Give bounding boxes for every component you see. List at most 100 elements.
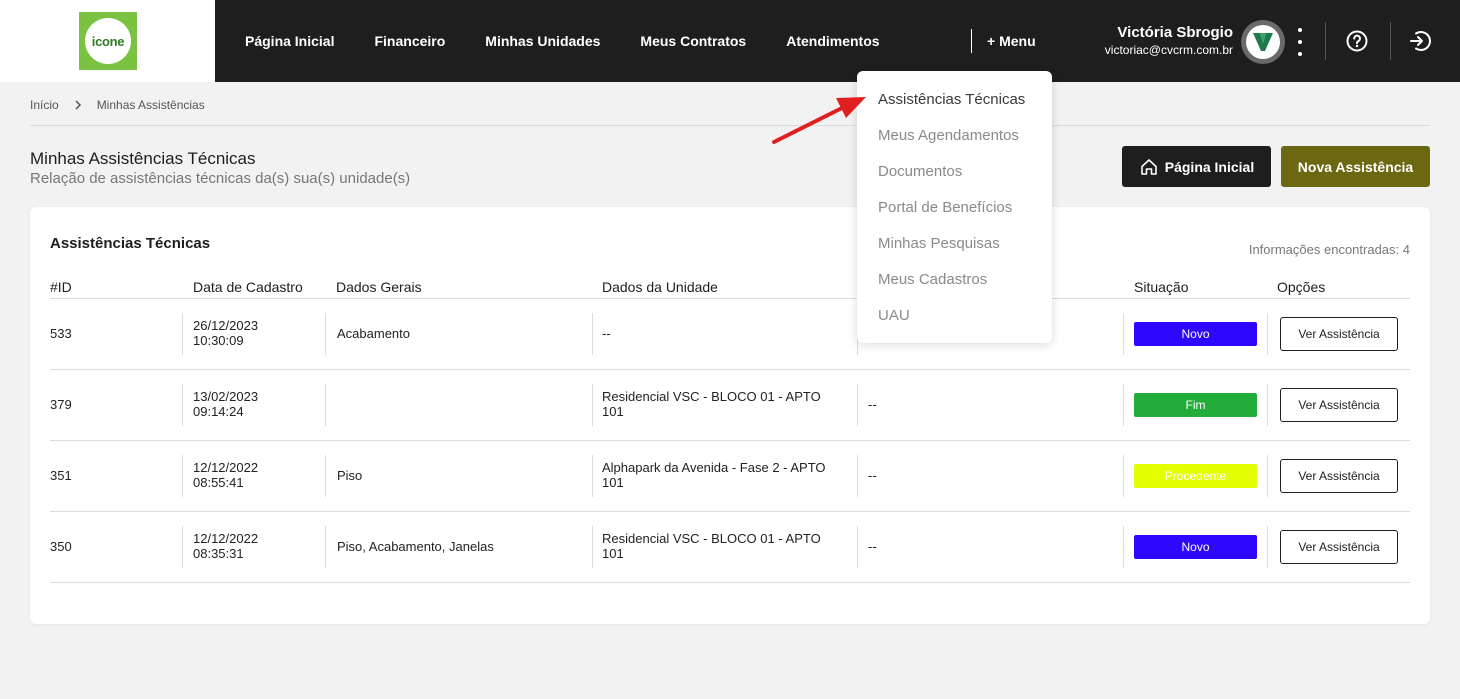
column-divider bbox=[325, 526, 326, 568]
avatar[interactable] bbox=[1241, 20, 1285, 64]
view-assistance-button[interactable]: Ver Assistência bbox=[1280, 530, 1398, 564]
column-divider bbox=[592, 384, 593, 426]
col-header-general: Dados Gerais bbox=[336, 279, 422, 295]
menu-item-assistencias-tecnicas[interactable]: Assistências Técnicas bbox=[878, 91, 1025, 108]
more-menu-button[interactable]: + Menu bbox=[987, 33, 1036, 49]
logo-text: icone bbox=[91, 33, 125, 49]
column-divider bbox=[857, 526, 858, 568]
annotation-arrow-icon bbox=[772, 97, 866, 144]
row-divider bbox=[50, 440, 1410, 441]
col-header-unit: Dados da Unidade bbox=[602, 279, 718, 295]
menu-item-portal-de-beneficios[interactable]: Portal de Benefícios bbox=[878, 199, 1012, 216]
cell-unit: Residencial VSC - BLOCO 01 - APTO bbox=[602, 389, 821, 404]
cell-time: 08:35:31 bbox=[193, 546, 244, 561]
col-header-status: Situação bbox=[1134, 279, 1189, 295]
more-menu-dropdown: Assistências Técnicas Meus Agendamentos … bbox=[857, 71, 1052, 343]
col-header-id: #ID bbox=[50, 279, 72, 295]
menu-item-meus-cadastros[interactable]: Meus Cadastros bbox=[878, 271, 987, 288]
nav-item-pagina-inicial[interactable]: Página Inicial bbox=[245, 33, 334, 49]
page-subtitle: Relação de assistências técnicas da(s) s… bbox=[30, 170, 411, 187]
cell-extra: -- bbox=[868, 468, 877, 483]
column-divider bbox=[1123, 455, 1124, 497]
status-badge: Novo bbox=[1134, 535, 1257, 559]
status-badge: Fim bbox=[1134, 393, 1257, 417]
column-divider bbox=[1123, 526, 1124, 568]
view-assistance-button[interactable]: Ver Assistência bbox=[1280, 459, 1398, 493]
cell-id: 533 bbox=[50, 326, 72, 341]
column-divider bbox=[592, 313, 593, 355]
cell-unit-line2: 101 bbox=[602, 546, 624, 561]
row-divider bbox=[50, 369, 1410, 370]
logo-area: icone bbox=[0, 0, 215, 82]
cell-id: 350 bbox=[50, 539, 72, 554]
view-assistance-button[interactable]: Ver Assistência bbox=[1280, 388, 1398, 422]
home-icon bbox=[1140, 158, 1157, 175]
cell-unit: Alphapark da Avenida - Fase 2 - APTO bbox=[602, 460, 826, 475]
cell-date: 12/12/2022 bbox=[193, 460, 259, 475]
column-divider bbox=[182, 526, 183, 568]
cell-extra: -- bbox=[868, 397, 877, 412]
nav-divider bbox=[971, 29, 972, 53]
cell-extra: -- bbox=[868, 539, 877, 554]
logout-icon[interactable] bbox=[1408, 29, 1432, 53]
cell-time: 10:30:09 bbox=[193, 333, 244, 348]
menu-item-minhas-pesquisas[interactable]: Minhas Pesquisas bbox=[878, 235, 1000, 252]
nav-item-minhas-unidades[interactable]: Minhas Unidades bbox=[485, 33, 600, 49]
row-divider bbox=[50, 582, 1410, 583]
menu-item-meus-agendamentos[interactable]: Meus Agendamentos bbox=[878, 127, 1019, 144]
breadcrumb-divider bbox=[30, 125, 1430, 126]
breadcrumb-home[interactable]: Início bbox=[30, 98, 59, 112]
column-divider bbox=[1267, 455, 1268, 497]
col-header-options: Opções bbox=[1277, 279, 1326, 295]
column-divider bbox=[1267, 384, 1268, 426]
cell-time: 08:55:41 bbox=[193, 475, 244, 490]
column-divider bbox=[325, 455, 326, 497]
help-icon[interactable] bbox=[1345, 29, 1369, 53]
table-title: Assistências Técnicas bbox=[50, 235, 211, 252]
breadcrumb-current: Minhas Assistências bbox=[96, 98, 205, 112]
column-divider bbox=[1123, 384, 1124, 426]
column-divider bbox=[592, 455, 593, 497]
column-divider bbox=[857, 384, 858, 426]
cell-general: Acabamento bbox=[337, 326, 410, 341]
col-header-date: Data de Cadastro bbox=[193, 279, 303, 295]
logo-circle: icone bbox=[85, 18, 131, 64]
nav-item-meus-contratos[interactable]: Meus Contratos bbox=[640, 33, 746, 49]
cell-unit-line2: 101 bbox=[602, 404, 624, 419]
cell-unit: -- bbox=[602, 326, 611, 341]
column-divider bbox=[1123, 313, 1124, 355]
more-vertical-icon[interactable] bbox=[1293, 28, 1307, 56]
column-divider bbox=[857, 455, 858, 497]
row-divider bbox=[50, 511, 1410, 512]
v-logo-icon bbox=[1246, 25, 1280, 59]
view-assistance-button[interactable]: Ver Assistência bbox=[1280, 317, 1398, 351]
home-button-label: Página Inicial bbox=[1164, 158, 1255, 175]
nav-item-financeiro[interactable]: Financeiro bbox=[374, 33, 445, 49]
column-divider bbox=[1267, 526, 1268, 568]
table-header-divider bbox=[50, 298, 1410, 299]
cell-general: Piso bbox=[337, 468, 363, 483]
user-name: Victória Sbrogio bbox=[1117, 24, 1233, 41]
main-nav: Página Inicial Financeiro Minhas Unidade… bbox=[245, 0, 920, 82]
new-assistance-button[interactable]: Nova Assistência bbox=[1281, 146, 1430, 187]
results-count: Informações encontradas: 4 bbox=[1248, 242, 1410, 257]
cell-unit-line2: 101 bbox=[602, 475, 624, 490]
cell-date: 13/02/2023 bbox=[193, 389, 259, 404]
cell-id: 351 bbox=[50, 468, 72, 483]
column-divider bbox=[325, 384, 326, 426]
home-button[interactable]: Página Inicial bbox=[1122, 146, 1271, 187]
nav-item-atendimentos[interactable]: Atendimentos bbox=[786, 33, 879, 49]
cell-date: 12/12/2022 bbox=[193, 531, 259, 546]
cell-general: Piso, Acabamento, Janelas bbox=[337, 539, 494, 554]
column-divider bbox=[182, 455, 183, 497]
header-divider bbox=[1325, 22, 1326, 60]
column-divider bbox=[325, 313, 326, 355]
menu-item-documentos[interactable]: Documentos bbox=[878, 163, 962, 180]
column-divider bbox=[182, 384, 183, 426]
status-badge: Procedente bbox=[1134, 464, 1257, 488]
column-divider bbox=[1267, 313, 1268, 355]
breadcrumb: Início Minhas Assistências bbox=[30, 98, 205, 112]
brand-logo[interactable]: icone bbox=[79, 12, 137, 70]
menu-item-uau[interactable]: UAU bbox=[878, 307, 910, 324]
column-divider bbox=[592, 526, 593, 568]
